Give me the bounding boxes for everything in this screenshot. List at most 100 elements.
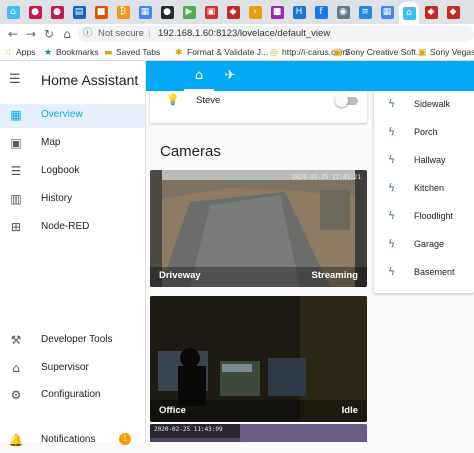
cameras-heading: Cameras <box>160 143 221 160</box>
browser-tab[interactable]: H <box>289 3 309 21</box>
doc-icon: ▦ <box>138 5 152 19</box>
browser-tab[interactable]: ◆ <box>443 3 463 21</box>
sidebar-item-label: Overview <box>41 109 83 120</box>
bookmark-item[interactable]: ▣ Sony Creative Soft... <box>333 44 423 60</box>
sidebar-item-notifications[interactable]: 🔔 Notifications 1 <box>0 429 145 453</box>
browser-tab[interactable]: › <box>245 3 265 21</box>
bookmark-item[interactable]: ★ Bookmarks <box>44 44 99 60</box>
address-bar[interactable]: ⓘ Not secure | 192.168.1.60:8123/lovelac… <box>78 26 474 42</box>
flash-icon: ϟ <box>388 265 396 278</box>
bookmark-item[interactable]: ⁙ Apps <box>4 44 35 60</box>
view-tab-bar: ⌂ ✈ <box>146 61 474 91</box>
sidebar-item-node-red[interactable]: ⊞ Node-RED <box>0 216 145 240</box>
browser-tab-strip: ⌂ ● ● ▤ ■ ₿ ▦ ● ▶ ▣ ◆ › ■ Hf ◉ ≡ ▦ ⌂ ◆ ◆ <box>0 0 474 24</box>
media-icon: ▶ <box>182 5 196 19</box>
raspberry-icon: ● <box>50 5 64 19</box>
browser-tab[interactable]: ◉ <box>333 3 353 21</box>
sidebar-item-label: History <box>41 193 73 204</box>
switch-row[interactable]: ϟ Floodlight <box>374 207 474 227</box>
browser-tab[interactable]: ▦ <box>135 3 155 21</box>
browser-tab[interactable]: ▶ <box>179 3 199 21</box>
switch-row[interactable]: ϟ Sidewalk <box>374 95 474 115</box>
star-icon: ★ <box>44 48 53 58</box>
browser-tab[interactable]: ▦ <box>377 3 397 21</box>
gear-icon: ⚙ <box>10 388 22 402</box>
list-icon: ≡ <box>358 5 372 19</box>
steve-toggle[interactable] <box>335 94 358 107</box>
sidebar: ☰ Home Assistant ▦ Overview ▣ Map ☰ Logbook ▥ H… <box>0 61 146 447</box>
switch-label: Garage <box>414 239 445 249</box>
home-assistant-icon: ⌂ <box>12 361 20 375</box>
folder-icon: ▬ <box>104 48 113 58</box>
switch-label: Floodlight <box>414 211 454 221</box>
menu-icon[interactable]: ☰ <box>9 72 21 87</box>
raspberry-icon: ● <box>28 5 42 19</box>
bookmarks-bar: ⁙ Apps ★ Bookmarks ▬ Saved Tabs ✱ Format & Vali… <box>0 44 474 61</box>
sidebar-item-label: Supervisor <box>41 362 89 373</box>
camera-state: Streaming <box>311 270 358 281</box>
camera-timestamp: 2020-02-25 11:43:09 <box>154 426 223 433</box>
sidebar-item-developer-tools[interactable]: ⚒ Developer Tools <box>0 329 145 353</box>
browser-tab[interactable]: ■ <box>267 3 287 21</box>
tab-icon: ◆ <box>446 5 460 19</box>
home-icon[interactable]: ⌂ <box>60 27 74 41</box>
flash-icon: ϟ <box>388 209 396 222</box>
back-icon[interactable]: ← <box>6 27 20 41</box>
browser-tab[interactable]: ⌂ <box>399 2 419 24</box>
browser-tab[interactable]: ▤ <box>69 3 89 21</box>
camera-card-office[interactable]: Office Idle <box>150 296 367 422</box>
switch-row[interactable]: ϟ Kitchen <box>374 179 474 199</box>
bitcoin-icon: ₿ <box>116 5 130 19</box>
bell-icon: 🔔 <box>8 433 24 447</box>
sony-icon: ▣ <box>333 48 342 58</box>
browser-tab[interactable]: ■ <box>91 3 111 21</box>
browser-tab[interactable]: ▣ <box>201 3 221 21</box>
satellite-icon[interactable]: ✈ <box>215 61 245 91</box>
sidebar-item-overview[interactable]: ▦ Overview <box>0 104 145 128</box>
sidebar-item-label: Node-RED <box>41 221 90 232</box>
browser-tab[interactable]: ● <box>25 3 45 21</box>
bulb-icon: 💡 <box>166 93 180 106</box>
bookmark-item[interactable]: ✱ Format & Validate J... <box>175 44 268 60</box>
browser-tab[interactable]: ≡ <box>355 3 375 21</box>
entity-name[interactable]: Steve <box>196 95 220 106</box>
sidebar-item-history[interactable]: ▥ History <box>0 188 145 212</box>
browser-tab[interactable]: ◆ <box>421 3 441 21</box>
forward-icon[interactable]: → <box>24 27 38 41</box>
bookmark-item[interactable]: ▬ Saved Tabs <box>104 44 160 60</box>
browser-tab[interactable]: ₿ <box>113 3 133 21</box>
doc-icon: ▦ <box>380 5 394 19</box>
sidebar-item-map[interactable]: ▣ Map <box>0 132 145 156</box>
sidebar-item-logbook[interactable]: ☰ Logbook <box>0 160 145 184</box>
camera-image-office <box>150 296 367 422</box>
bookmark-item[interactable]: ▣Sony Vegas P <box>418 44 474 60</box>
tab-icon: ■ <box>270 5 284 19</box>
security-label: Not secure <box>98 28 144 39</box>
browser-tab[interactable]: ● <box>47 3 67 21</box>
browser-tab[interactable]: ◆ <box>223 3 243 21</box>
reload-icon[interactable]: ↻ <box>42 27 56 41</box>
switch-row[interactable]: ϟ Hallway <box>374 151 474 171</box>
switch-row[interactable]: ϟ Porch <box>374 123 474 143</box>
sidebar-item-label: Developer Tools <box>41 334 113 345</box>
switch-row[interactable]: ϟ Garage <box>374 235 474 255</box>
browser-tab[interactable]: f <box>311 3 331 21</box>
browser-toolbar: ← → ↻ ⌂ ⓘ Not secure | 192.168.1.60:8123… <box>0 24 474 44</box>
notification-badge: 1 <box>119 433 131 445</box>
browser-tab[interactable]: ⌂ <box>3 3 23 21</box>
bookmark-label: Sony Creative Soft... <box>345 47 423 57</box>
switches-card: ϟ Sidewalk ϟ Porch ϟ Hallway ϟ Kitchen ϟ Floodlig… <box>374 91 474 293</box>
switch-label: Porch <box>414 127 438 137</box>
sidebar-item-supervisor[interactable]: ⌂ Supervisor <box>0 357 145 381</box>
camera-state: Idle <box>341 405 358 416</box>
camera-card-third[interactable]: 2020-02-25 11:43:09 <box>150 424 367 442</box>
home-assistant-icon: ⌂ <box>402 6 416 20</box>
bookmark-label: Bookmarks <box>56 47 99 57</box>
switch-row[interactable]: ϟ Basement <box>374 263 474 283</box>
news-icon: ▤ <box>72 5 86 19</box>
sidebar-item-configuration[interactable]: ⚙ Configuration <box>0 384 145 408</box>
camera-card-driveway[interactable]: 2020-02-25 11:43:21 Driveway Streaming <box>150 170 367 287</box>
home-icon[interactable]: ⌂ <box>184 61 214 91</box>
entities-card: 💡 Steve <box>150 91 367 123</box>
browser-tab[interactable]: ● <box>157 3 177 21</box>
